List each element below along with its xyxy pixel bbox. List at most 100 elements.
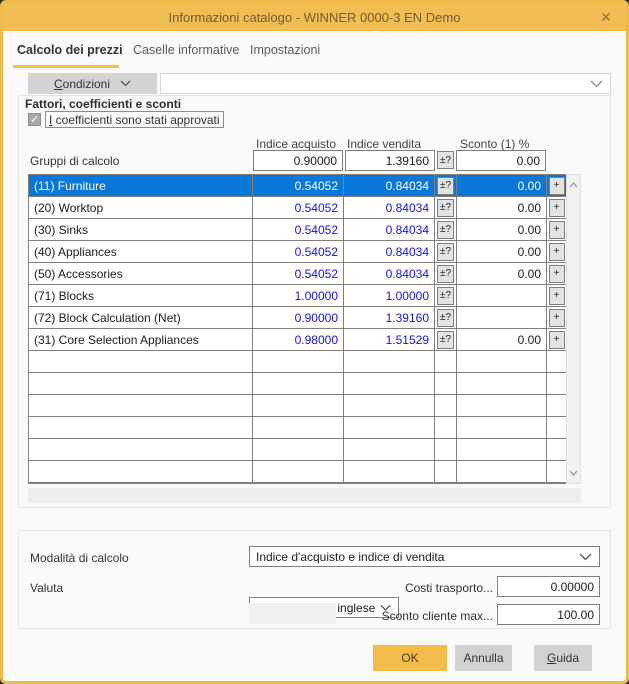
- sconto-cliente-max-input[interactable]: 100.00: [497, 604, 600, 625]
- grid-cell-name: [29, 373, 253, 395]
- chevron-down-icon: [590, 80, 603, 88]
- grid-cell-sconto[interactable]: 0.00: [457, 263, 547, 285]
- grid-cell-name: [29, 351, 253, 373]
- grid-cell-sconto[interactable]: 0.00: [457, 197, 547, 219]
- plus-button[interactable]: +: [549, 243, 565, 261]
- close-icon[interactable]: ✕: [594, 3, 618, 31]
- grid-cell-indice-acquisto[interactable]: 0.54052: [253, 241, 344, 263]
- column-header-sconto: Sconto (1) %: [460, 137, 529, 151]
- grid-cell-sconto[interactable]: 0.00: [457, 219, 547, 241]
- total-acquisto-input[interactable]: 0.90000: [253, 150, 343, 171]
- grid-cell-sconto[interactable]: [457, 307, 547, 329]
- grid-cell-pm: [435, 417, 457, 439]
- title-bar[interactable]: Informazioni catalogo - WINNER 0000-3 EN…: [3, 3, 626, 31]
- grid-cell-plus: +: [547, 263, 567, 285]
- scroll-up-icon[interactable]: [567, 177, 580, 193]
- grid-cell-indice-vendita: [344, 351, 435, 373]
- grid-cell-indice-vendita[interactable]: 0.84034: [344, 197, 435, 219]
- grid-cell-name[interactable]: (72) Block Calculation (Net): [29, 307, 253, 329]
- tab-impostazioni[interactable]: Impostazioni: [250, 43, 320, 57]
- grid-cell-indice-vendita: [344, 373, 435, 395]
- grid-cell-indice-acquisto: [253, 461, 344, 483]
- dialog-title: Informazioni catalogo - WINNER 0000-3 EN…: [169, 10, 461, 25]
- plus-button[interactable]: +: [549, 309, 565, 327]
- selected-tab-underline: [13, 65, 119, 68]
- grid-cell-indice-acquisto[interactable]: 0.54052: [253, 263, 344, 285]
- grid-cell-indice-vendita[interactable]: 0.84034: [344, 241, 435, 263]
- vertical-scrollbar[interactable]: [566, 174, 581, 484]
- plus-button[interactable]: +: [549, 331, 565, 349]
- pm-button[interactable]: ±?: [437, 265, 454, 283]
- grid-cell-plus: +: [547, 285, 567, 307]
- grid-cell-indice-vendita[interactable]: 1.00000: [344, 285, 435, 307]
- total-sconto-input[interactable]: 0.00: [456, 150, 546, 171]
- pm-button[interactable]: ±?: [437, 287, 454, 305]
- chevron-down-icon: [579, 553, 592, 561]
- grid-cell-pm: ±?: [435, 329, 457, 351]
- costi-trasporto-label: Costi trasporto...: [403, 581, 493, 595]
- grid-cell-name[interactable]: (20) Worktop: [29, 197, 253, 219]
- scroll-down-icon[interactable]: [567, 465, 580, 481]
- pm-button[interactable]: ±?: [437, 309, 454, 327]
- grid-cell-indice-acquisto[interactable]: 0.54052: [253, 219, 344, 241]
- grid-cell-indice-acquisto: [253, 395, 344, 417]
- pm-button[interactable]: ±?: [437, 177, 454, 195]
- grid-cell-indice-vendita[interactable]: 1.51529: [344, 329, 435, 351]
- plus-button[interactable]: +: [549, 177, 565, 195]
- grid-cell-indice-vendita: [344, 395, 435, 417]
- approved-checkbox-label-text: I coefficienti sono stati approvati: [49, 113, 220, 127]
- grid-cell-pm: [435, 351, 457, 373]
- grid-cell-plus: [547, 461, 567, 483]
- grid-cell-pm: ±?: [435, 285, 457, 307]
- tab-calcolo-dei-prezzi[interactable]: Calcolo dei prezzi: [17, 43, 123, 57]
- grid-cell-indice-vendita[interactable]: 0.84034: [344, 175, 435, 197]
- costi-trasporto-input[interactable]: 0.00000: [497, 576, 600, 597]
- pm-button[interactable]: ±?: [437, 243, 454, 261]
- approved-checkbox-label[interactable]: I coefficienti sono stati approvati: [45, 111, 224, 128]
- total-pm-button[interactable]: ±?: [437, 151, 454, 169]
- plus-button[interactable]: +: [549, 287, 565, 305]
- grid-cell-indice-acquisto[interactable]: 0.90000: [253, 307, 344, 329]
- pm-button[interactable]: ±?: [437, 221, 454, 239]
- pm-button[interactable]: ±?: [437, 199, 454, 217]
- grid-cell-sconto[interactable]: 0.00: [457, 329, 547, 351]
- grid-cell-indice-acquisto[interactable]: 0.54052: [253, 197, 344, 219]
- plus-button[interactable]: +: [549, 265, 565, 283]
- plus-button[interactable]: +: [549, 199, 565, 217]
- grid-cell-sconto[interactable]: [457, 285, 547, 307]
- grid-cell-indice-acquisto[interactable]: 1.00000: [253, 285, 344, 307]
- grid-cell-indice-vendita[interactable]: 0.84034: [344, 219, 435, 241]
- grid-cell-name[interactable]: (71) Blocks: [29, 285, 253, 307]
- grid-cell-name[interactable]: (50) Accessories: [29, 263, 253, 285]
- grid-cell-name[interactable]: (31) Core Selection Appliances: [29, 329, 253, 351]
- grid-cell-name[interactable]: (30) Sinks: [29, 219, 253, 241]
- grid-cell-indice-acquisto: [253, 373, 344, 395]
- plus-button[interactable]: +: [549, 221, 565, 239]
- approved-checkbox[interactable]: ✓: [28, 113, 41, 126]
- total-vendita-input[interactable]: 1.39160: [345, 150, 435, 171]
- grid-cell-indice-vendita[interactable]: 0.84034: [344, 263, 435, 285]
- horizontal-scrollbar[interactable]: [28, 488, 581, 503]
- grid-cell-plus: [547, 417, 567, 439]
- condizioni-button[interactable]: Condizioni: [28, 73, 157, 94]
- guida-button[interactable]: Guida: [534, 645, 592, 671]
- grid-cell-sconto: [457, 439, 547, 461]
- annulla-button[interactable]: Annulla: [455, 645, 512, 671]
- condizioni-combobox[interactable]: [160, 73, 611, 94]
- condizioni-label: Condizioni: [54, 77, 110, 91]
- grid-cell-pm: [435, 373, 457, 395]
- grid-cell-name[interactable]: (11) Furniture: [29, 175, 253, 197]
- grid-cell-sconto[interactable]: 0.00: [457, 241, 547, 263]
- grid-cell-name[interactable]: (40) Appliances: [29, 241, 253, 263]
- tab-caselle-informative[interactable]: Caselle informative: [133, 43, 239, 57]
- grid-cell-indice-acquisto[interactable]: 0.98000: [253, 329, 344, 351]
- pm-button[interactable]: ±?: [437, 331, 454, 349]
- modalita-combobox[interactable]: Indice d'acquisto e indice di vendita: [249, 546, 600, 567]
- grid-cell-plus: +: [547, 197, 567, 219]
- grid-cell-indice-vendita: [344, 461, 435, 483]
- grid-cell-indice-vendita[interactable]: 1.39160: [344, 307, 435, 329]
- grid-cell-indice-acquisto[interactable]: 0.54052: [253, 175, 344, 197]
- grid-cell-sconto[interactable]: 0.00: [457, 175, 547, 197]
- grid-cell-plus: [547, 395, 567, 417]
- ok-button[interactable]: OK: [373, 645, 447, 671]
